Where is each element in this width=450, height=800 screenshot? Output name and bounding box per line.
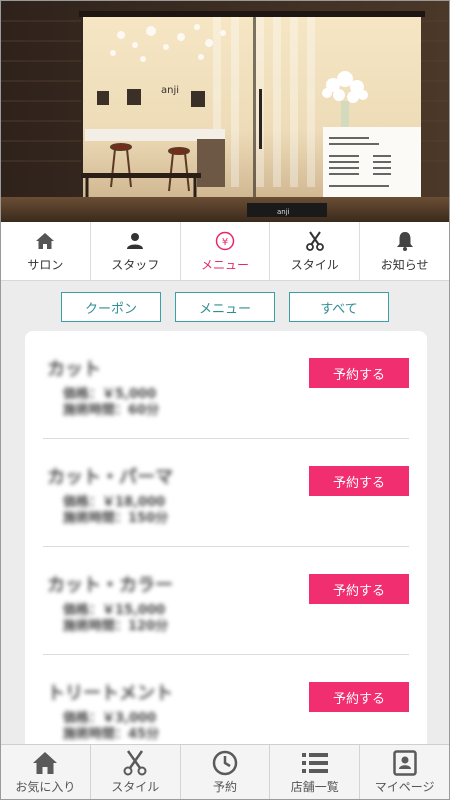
tab-staff[interactable]: スタッフ [91,222,181,280]
nav-reservation-label: 予約 [212,780,237,794]
list-item: カット・パーマ 価格：￥18,000 施術時間：150分 予約する [43,439,409,547]
tab-staff-label: スタッフ [111,257,160,272]
filter-all-button[interactable]: すべて [289,292,389,322]
clock-icon [212,749,238,777]
menu-list: カット 価格：￥5,000 施術時間：60分 予約する カット・パーマ 価格：￥… [25,331,427,771]
menu-item-duration: 施術時間：120分 [63,619,169,634]
menu-item-price: 価格：￥3,000 [63,711,157,726]
menu-item-info: カット 価格：￥5,000 施術時間：60分 [47,355,159,419]
menu-item-name: トリートメント [47,683,173,704]
nav-reservation[interactable]: 予約 [181,745,271,799]
nav-mypage[interactable]: マイページ [360,745,449,799]
tab-menu[interactable]: ¥ メニュー [181,222,271,280]
tab-style-label: スタイル [290,257,339,272]
reserve-button[interactable]: 予約する [309,466,409,496]
bell-icon [396,230,414,252]
menu-item-name: カット・パーマ [47,467,173,488]
person-icon [126,230,144,252]
scissors-icon [123,749,147,777]
menu-item-price: 価格：￥18,000 [63,495,166,510]
tab-style[interactable]: スタイル [270,222,361,280]
menu-item-name: カット [47,359,101,380]
nav-style-label: スタイル [111,780,160,794]
home-icon [32,749,58,777]
menu-item-duration: 施術時間：150分 [63,511,169,526]
nav-mypage-label: マイページ [374,780,435,794]
bottom-navigation: お気に入り スタイル 予約 店舗一覧 マイページ [1,744,449,799]
home-icon [35,230,55,252]
id-card-icon [392,749,417,777]
app-screen: anji anji サロン スタッフ ¥ メニュー スタイル お知らせ クーポン… [0,0,450,800]
menu-item-info: カット・パーマ 価格：￥18,000 施術時間：150分 [47,463,173,527]
menu-item-duration: 施術時間：60分 [63,403,160,418]
yen-icon: ¥ [215,230,235,252]
menu-item-duration: 施術時間：45分 [63,727,160,742]
list-item: カット 価格：￥5,000 施術時間：60分 予約する [43,331,409,439]
reserve-button[interactable]: 予約する [309,574,409,604]
scissors-icon [305,230,324,252]
menu-item-name: カット・カラー [47,575,173,596]
list-item: カット・カラー 価格：￥15,000 施術時間：120分 予約する [43,547,409,655]
nav-store-list[interactable]: 店舗一覧 [270,745,361,799]
nav-favorites-label: お気に入り [15,780,76,794]
tab-salon-label: サロン [27,257,64,272]
reserve-button[interactable]: 予約する [309,358,409,388]
reserve-button[interactable]: 予約する [309,682,409,712]
doormat-text: anji [277,208,290,216]
category-tabs: サロン スタッフ ¥ メニュー スタイル お知らせ [1,222,449,281]
tab-menu-label: メニュー [200,257,249,272]
nav-store-list-label: 店舗一覧 [290,780,339,794]
menu-item-price: 価格：￥5,000 [63,387,157,402]
filter-menu-button[interactable]: メニュー [175,292,275,322]
nav-style[interactable]: スタイル [91,745,181,799]
menu-filter-bar: クーポン メニュー すべて [1,292,449,322]
menu-item-price: 価格：￥15,000 [63,603,166,618]
salon-sign-text: anji [161,85,179,96]
tab-news-label: お知らせ [380,257,429,272]
menu-item-info: カット・カラー 価格：￥15,000 施術時間：120分 [47,571,173,635]
menu-item-info: トリートメント 価格：￥3,000 施術時間：45分 [47,679,173,743]
nav-favorites[interactable]: お気に入り [1,745,91,799]
svg-text:¥: ¥ [222,237,228,248]
filter-coupon-button[interactable]: クーポン [61,292,161,322]
tab-news[interactable]: お知らせ [360,222,449,280]
tab-salon[interactable]: サロン [1,222,91,280]
list-icon [301,749,329,777]
salon-storefront-photo: anji anji [1,1,449,222]
